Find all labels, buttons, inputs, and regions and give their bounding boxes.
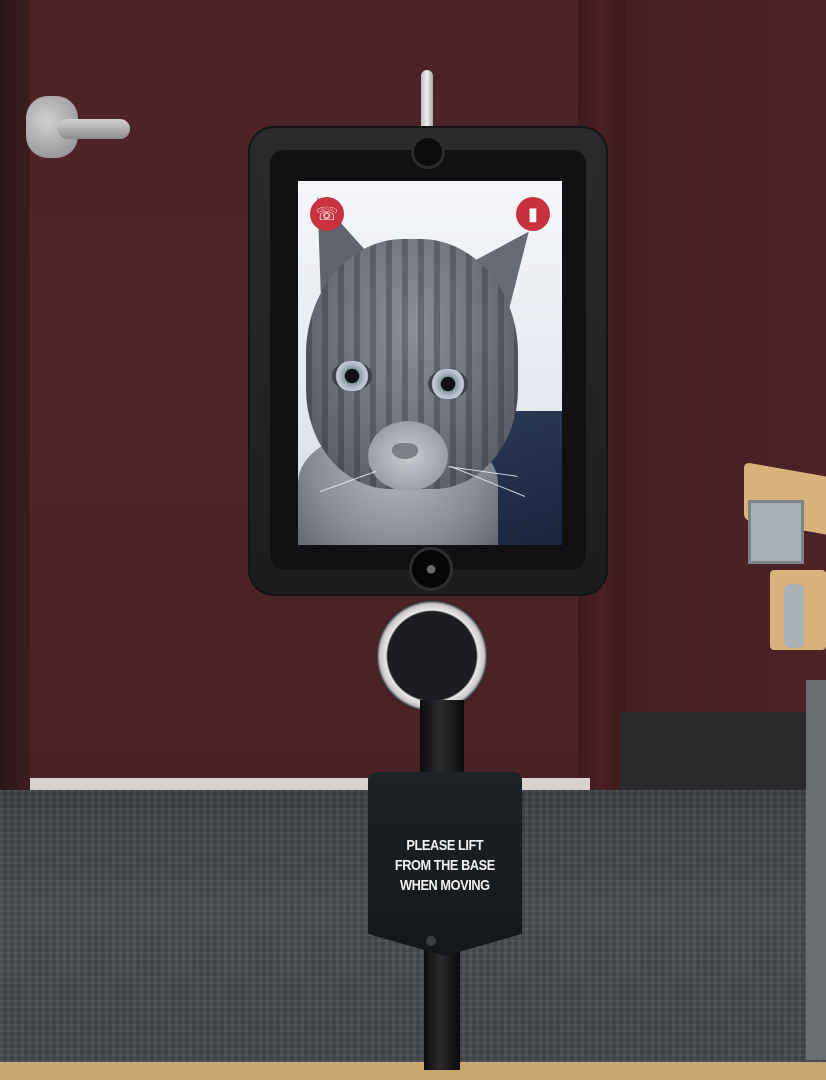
robot-pole-lower (424, 940, 460, 1070)
sign-rivet (426, 936, 436, 946)
warning-sign: PLEASE LIFT FROM THE BASE WHEN MOVING (368, 772, 522, 956)
desk-bracket (748, 500, 804, 564)
exit-icon[interactable]: ▮ (516, 197, 550, 231)
desk-leg (806, 680, 826, 1060)
warning-sign-text: PLEASE LIFT FROM THE BASE WHEN MOVING (395, 836, 495, 896)
cat-eye-left (332, 361, 372, 391)
wall (626, 0, 826, 800)
home-button[interactable]: ● (412, 550, 450, 588)
robot-neck-ring (376, 600, 488, 712)
robot-antenna (421, 70, 433, 132)
front-camera-icon (414, 138, 442, 166)
sign-line-2: FROM THE BASE (394, 857, 496, 874)
tablet-screen: ☏ ▮ (298, 181, 562, 545)
cat-eye-right (428, 369, 468, 399)
photo-scene: ☏ ▮ ● PLEASE LIFT FROM THE BASE WHEN MOV… (0, 0, 826, 1080)
phone-hangup-icon[interactable]: ☏ (310, 197, 344, 231)
sign-line-1: PLEASE LIFT (406, 837, 484, 854)
baseboard (620, 712, 826, 800)
desk-clip (784, 584, 804, 648)
door-handle-lever (58, 119, 130, 139)
cat-nose (392, 443, 418, 459)
floor-edge (0, 1062, 826, 1080)
sign-line-3: WHEN MOVING (400, 877, 490, 894)
